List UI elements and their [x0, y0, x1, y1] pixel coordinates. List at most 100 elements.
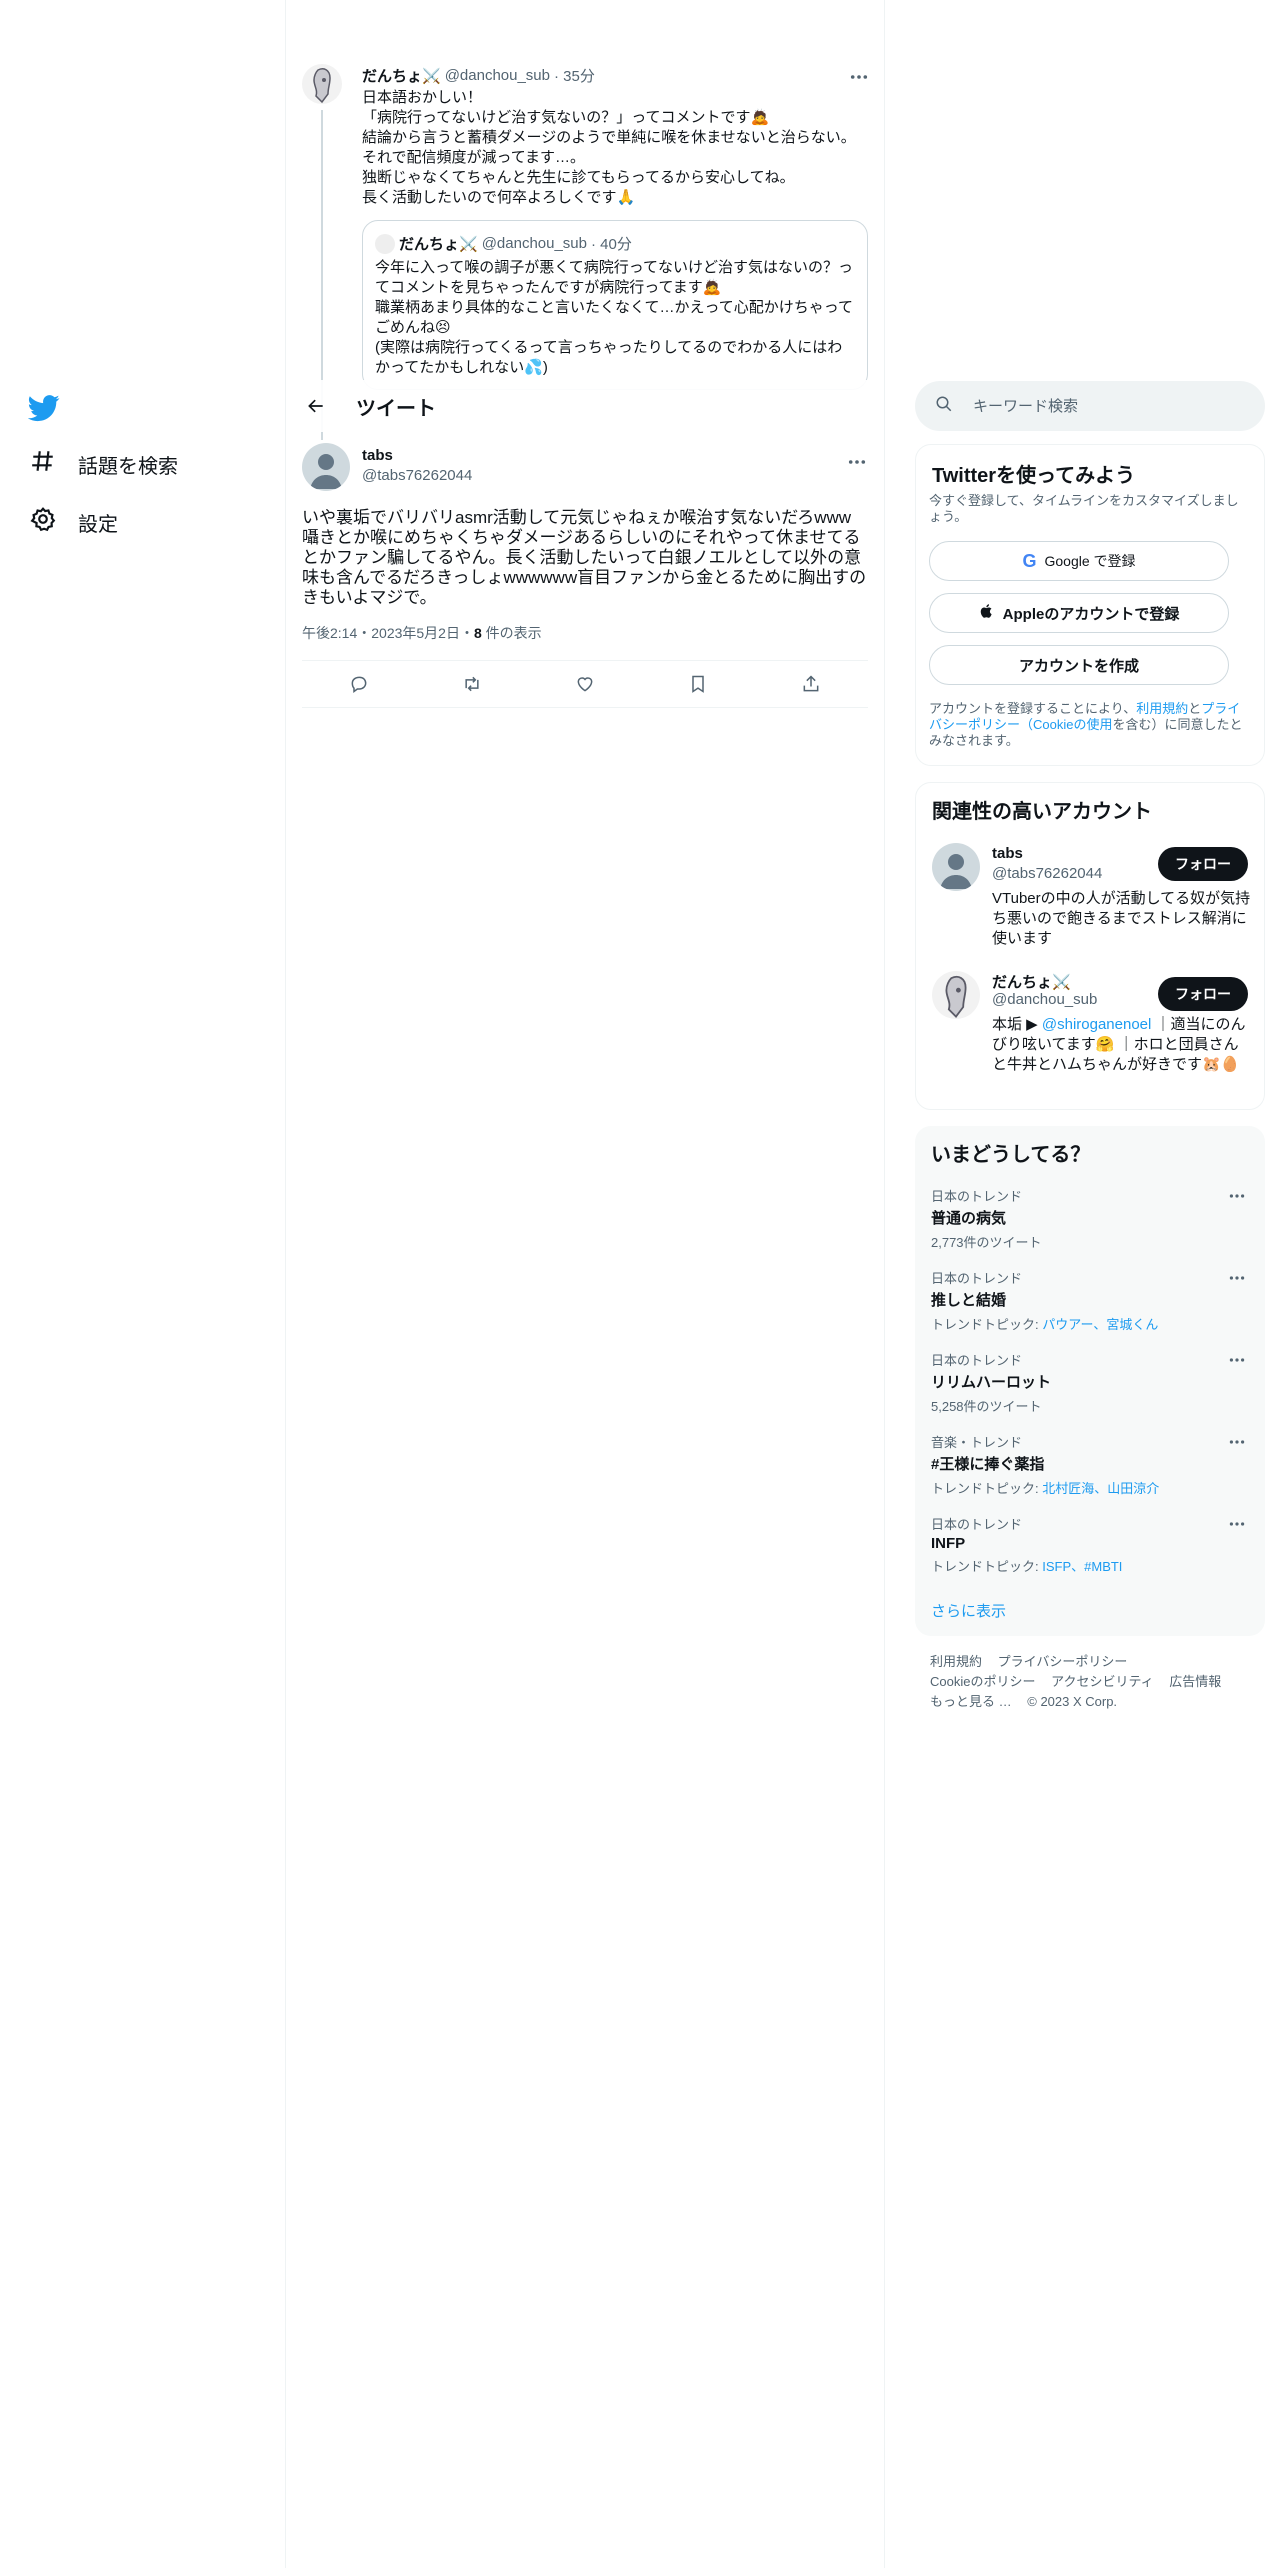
account-avatar[interactable]: [932, 843, 980, 891]
legal-and: と: [1188, 701, 1202, 716]
cookie-link[interactable]: Cookieの使用: [1033, 717, 1112, 732]
trend-meta: トレンドトピック: ISFP、#MBTI: [931, 1556, 1249, 1575]
follow-button[interactable]: フォロー: [1158, 977, 1248, 1011]
trend-item[interactable]: 音楽・トレンド #王様に捧ぐ薬指 トレンドトピック: 北村匠海、山田涼介: [931, 1432, 1249, 1497]
main-more-icon[interactable]: [848, 452, 866, 470]
trend-more-icon[interactable]: [1229, 1268, 1249, 1288]
account-bio: 本垢 ▶ @shiroganenoel ｜適当にのんびり呟いてます🤗 ｜ホロと団…: [992, 1015, 1252, 1075]
trend-category: 日本のトレンド: [931, 1517, 1023, 1532]
account-bio: VTuberの中の人が活動してる奴が気持ち悪いので飽きるまでストレス解消に使いま…: [992, 890, 1251, 947]
text-line: 職業柄あまり具体的なこと言いたくなくて…かえって心配かけちゃって: [375, 299, 854, 316]
account-handle[interactable]: @danchou_sub: [992, 991, 1097, 1008]
create-account-button[interactable]: アカウントを作成: [929, 645, 1229, 685]
footer-link[interactable]: もっと見る …: [930, 1694, 1012, 1709]
parent-tweet-handle[interactable]: @danchou_sub: [445, 67, 550, 84]
follow-button[interactable]: フォロー: [1158, 847, 1248, 881]
more-icon[interactable]: [850, 67, 868, 84]
trend-item[interactable]: 日本のトレンド 普通の病気 2,773件のツイート: [931, 1186, 1249, 1251]
trend-meta-text: トレンドトピック:: [931, 1559, 1043, 1574]
trend-more-icon[interactable]: [1229, 1186, 1249, 1206]
parent-tweet-time[interactable]: · 35分: [554, 65, 595, 86]
trend-category: 日本のトレンド: [931, 1271, 1023, 1286]
apple-signup-label: Appleのアカウントで登録: [1002, 605, 1180, 623]
parent-tweet-header: だんちょ⚔️ @danchou_sub · 35分: [362, 64, 868, 86]
tweet-header: ツイート: [286, 380, 884, 432]
tweet-actions: [302, 660, 868, 708]
quote-name: だんちょ⚔️: [399, 236, 478, 253]
search-icon: [935, 395, 953, 418]
search-box[interactable]: [915, 381, 1265, 431]
trend-more-icon[interactable]: [1229, 1514, 1249, 1534]
trend-category: 日本のトレンド: [931, 1189, 1023, 1204]
google-icon: G: [1022, 550, 1037, 571]
footer-link[interactable]: Cookieのポリシー: [930, 1674, 1035, 1689]
trend-more-icon[interactable]: [1229, 1350, 1249, 1370]
trend-category: 音楽・トレンド: [931, 1435, 1023, 1450]
footer-link[interactable]: 広告情報: [1169, 1674, 1221, 1689]
trend-meta-text: トレンドトピック:: [931, 1481, 1043, 1496]
create-account-label: アカウントを作成: [1018, 657, 1139, 675]
main-tweet-handle[interactable]: @tabs76262044: [362, 467, 472, 484]
related-title: 関連性の高いアカウント: [932, 801, 1152, 823]
nav-settings[interactable]: 設定: [30, 506, 118, 538]
show-more-link[interactable]: さらに表示: [931, 1600, 1006, 1621]
text-line: 長く活動したいので何卒よろしくです🙏: [362, 189, 636, 206]
quote-time: · 40分: [591, 236, 632, 253]
trend-topics: 北村匠海、山田涼介: [1042, 1481, 1160, 1496]
hashtag-icon: [30, 448, 56, 480]
bio-mention-link[interactable]: @shiroganenoel: [1042, 1016, 1151, 1033]
bookmark-icon[interactable]: [681, 667, 715, 701]
main-tweet-name[interactable]: tabs: [362, 447, 393, 464]
account-handle[interactable]: @tabs76262044: [992, 865, 1102, 882]
apple-signup-button[interactable]: Appleのアカウントで登録: [929, 593, 1229, 633]
reply-icon[interactable]: [342, 667, 376, 701]
share-icon[interactable]: [794, 667, 828, 701]
signup-legal: アカウントを登録することにより、利用規約とプライバシーポリシー（Cookieの使…: [929, 701, 1249, 749]
text-line: 独断じゃなくてちゃんと先生に診てもらってるから安心してね。: [362, 169, 795, 186]
trend-meta: トレンドトピック: パウアー、宮城くん: [931, 1314, 1249, 1333]
text-line: 日本語おかしい！: [362, 89, 483, 106]
quote-tweet[interactable]: だんちょ⚔️ @danchou_sub · 40分 今年に入って喉の調子が悪くて…: [362, 220, 868, 390]
main-tweet-avatar[interactable]: [302, 443, 350, 491]
google-signup-label: Google で登録: [1044, 553, 1136, 569]
apple-icon: [979, 603, 995, 623]
account-name[interactable]: tabs: [992, 845, 1023, 862]
signup-title: Twitterを使ってみよう: [932, 465, 1136, 487]
trend-meta: トレンドトピック: 北村匠海、山田涼介: [931, 1478, 1249, 1497]
retweet-icon[interactable]: [455, 667, 489, 701]
parent-tweet-avatar[interactable]: [302, 64, 342, 104]
back-arrow-icon[interactable]: [296, 386, 336, 426]
trend-topics: パウアー、宮城くん: [1042, 1317, 1159, 1332]
trend-item[interactable]: 日本のトレンド リリムハーロット 5,258件のツイート: [931, 1350, 1249, 1415]
trend-meta: 5,258件のツイート: [931, 1396, 1249, 1415]
terms-link[interactable]: 利用規約: [1136, 701, 1188, 716]
tweet-timestamp[interactable]: 午後2:14・2023年5月2日・: [302, 625, 474, 641]
trend-more-icon[interactable]: [1229, 1432, 1249, 1452]
trend-meta-text: 2,773件のツイート: [931, 1235, 1042, 1250]
footer: 利用規約 プライバシーポリシー Cookieのポリシー アクセシビリティ 広告情…: [930, 1652, 1250, 1712]
footer-link[interactable]: 利用規約: [930, 1654, 982, 1669]
like-icon[interactable]: [568, 667, 602, 701]
legal-open: （: [1020, 717, 1034, 732]
trends-title: いまどうしてる？: [931, 1144, 1091, 1166]
trend-name: リリムハーロット: [931, 1374, 1052, 1391]
quote-header: だんちょ⚔️ @danchou_sub · 40分: [375, 233, 855, 254]
trend-meta: 2,773件のツイート: [931, 1232, 1249, 1251]
footer-link[interactable]: アクセシビリティ: [1051, 1674, 1154, 1689]
account-avatar[interactable]: [932, 971, 980, 1019]
trend-item[interactable]: 日本のトレンド 推しと結婚 トレンドトピック: パウアー、宮城くん: [931, 1268, 1249, 1333]
text-line: 「病院行ってないけど治す気ないの？」ってコメントです🙇: [362, 109, 770, 126]
text-line: てコメントを見ちゃったんですが病院行ってます🙇: [375, 279, 722, 296]
trend-item[interactable]: 日本のトレンド INFP トレンドトピック: ISFP、#MBTI: [931, 1514, 1249, 1575]
nav-explore[interactable]: 話題を検索: [30, 448, 178, 480]
google-signup-button[interactable]: G Google で登録: [929, 541, 1229, 581]
legal-prefix: アカウントを登録することにより、: [929, 701, 1137, 716]
account-name[interactable]: だんちょ⚔️: [992, 971, 1071, 992]
search-input[interactable]: [973, 397, 1223, 415]
footer-link[interactable]: プライバシーポリシー: [998, 1654, 1128, 1669]
twitter-logo-icon[interactable]: [27, 392, 60, 424]
text-line: かってたかもしれない💦): [375, 359, 548, 376]
quote-text: 今年に入って喉の調子が悪くて病院行ってないけど治す気はないの？っ てコメントを見…: [375, 258, 855, 378]
parent-tweet-name[interactable]: だんちょ⚔️: [362, 65, 441, 86]
trend-meta-text: トレンドトピック:: [931, 1317, 1043, 1332]
